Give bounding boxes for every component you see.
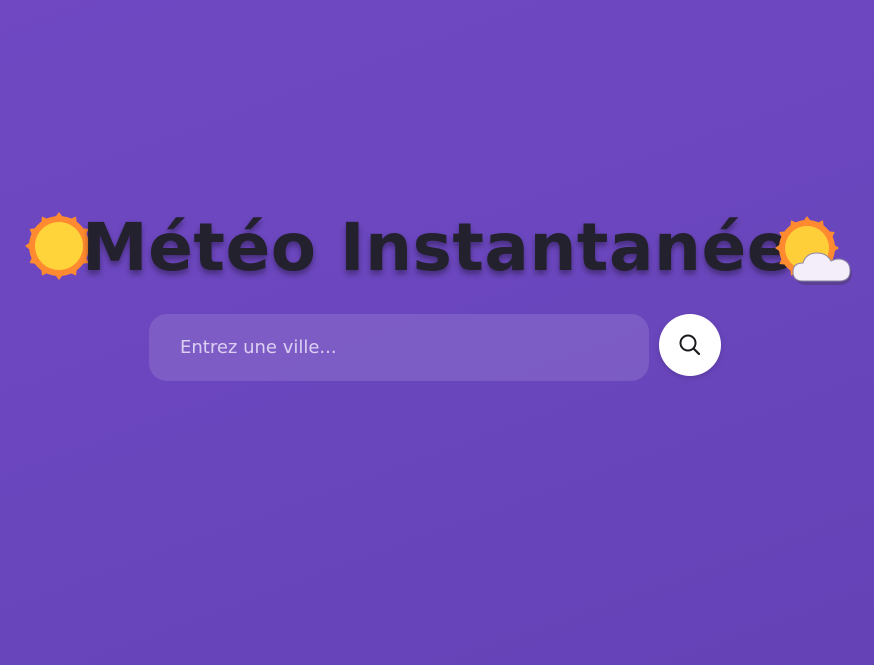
city-search-input[interactable]: [149, 314, 649, 381]
sun-behind-cloud-icon: [775, 215, 853, 287]
search-button[interactable]: [659, 314, 721, 376]
search-icon: [678, 333, 702, 357]
search-bar: [149, 314, 729, 382]
page-title: Météo Instantanée: [81, 209, 793, 286]
app-header: Météo Instantanée: [0, 205, 874, 295]
